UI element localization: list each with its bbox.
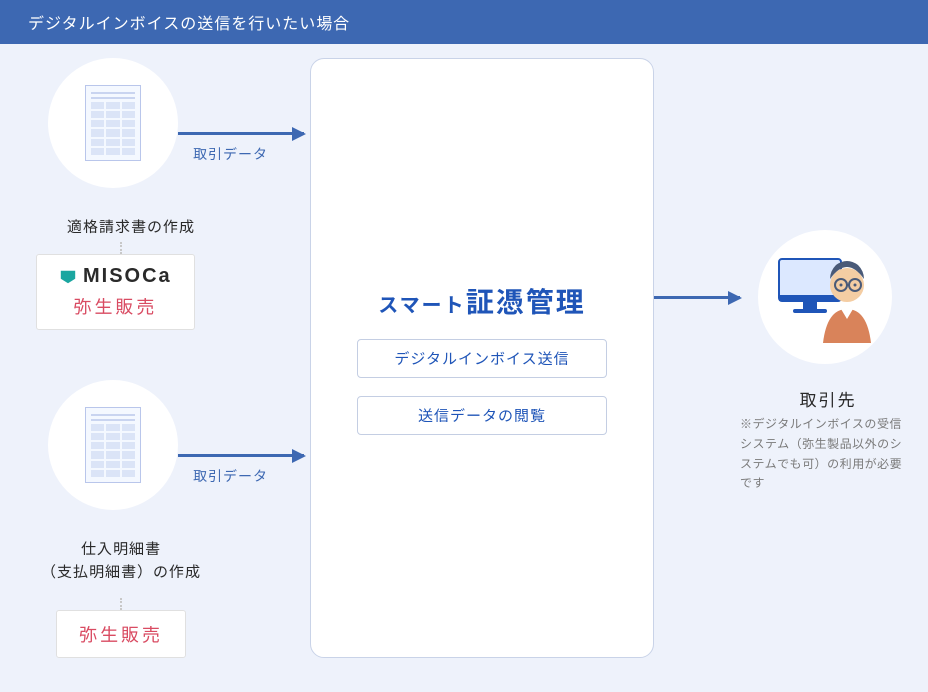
document-icon [85, 407, 141, 483]
purchase-section-label: 仕入明細書 （支払明細書）の作成 [26, 538, 216, 583]
partner-note: ※デジタルインボイスの受信システム（弥生製品以外のシステムでも可）の利用が必要で… [740, 414, 912, 493]
product-box-misoca-yayoi: MISOCa 弥生販売 [36, 254, 195, 330]
arrow-purchase-to-center [178, 454, 304, 457]
partner-circle [758, 230, 892, 364]
misoca-mark-icon [59, 268, 77, 286]
arrow-label: 取引データ [193, 144, 268, 164]
arrow-center-to-partner [654, 296, 740, 299]
misoca-logo: MISOCa [59, 265, 172, 288]
yayoi-hanbai-label: 弥生販売 [79, 621, 163, 647]
misoca-text: MISOCa [83, 265, 172, 288]
title-bar: デジタルインボイスの送信を行いたい場合 [0, 0, 928, 44]
title-text: デジタルインボイスの送信を行いたい場合 [28, 10, 350, 34]
connector-dots [120, 598, 122, 610]
partner-with-monitor-icon [775, 251, 875, 343]
yayoi-hanbai-label: 弥生販売 [59, 293, 172, 319]
purchase-doc-circle [48, 380, 178, 510]
arrow-label: 取引データ [193, 466, 268, 486]
smart-evidence-box: スマート証憑管理 デジタルインボイス送信 送信データの閲覧 [310, 58, 654, 658]
invoice-section-label: 適格請求書の作成 [36, 216, 226, 239]
center-title: スマート証憑管理 [378, 281, 585, 321]
center-title-large: 証憑管理 [466, 281, 586, 321]
partner-label: 取引先 [758, 386, 898, 411]
center-title-small: スマート [378, 289, 465, 318]
arrow-invoice-to-center [178, 132, 304, 135]
document-icon [85, 85, 141, 161]
view-sent-data-button[interactable]: 送信データの閲覧 [357, 396, 607, 435]
connector-dots [120, 242, 122, 254]
digital-invoice-send-button[interactable]: デジタルインボイス送信 [357, 339, 607, 378]
invoice-doc-circle [48, 58, 178, 188]
diagram-frame: デジタルインボイスの送信を行いたい場合 適格請求書の作成 MISOCa 弥生販売… [0, 0, 928, 692]
product-box-yayoi: 弥生販売 [56, 610, 186, 658]
